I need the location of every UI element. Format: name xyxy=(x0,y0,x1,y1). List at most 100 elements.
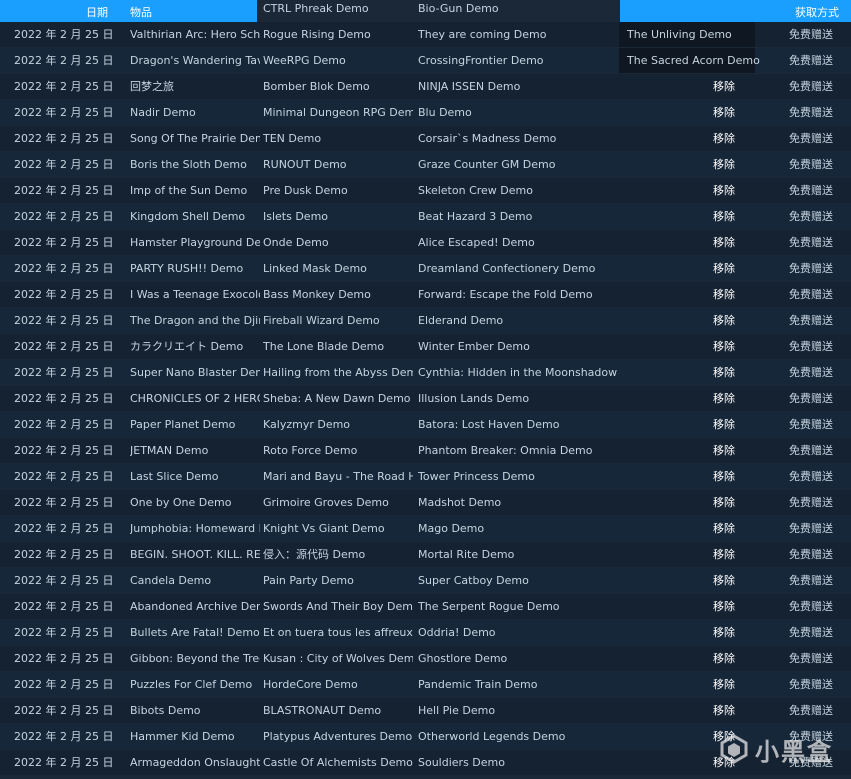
row-item-name-3[interactable]: Illusion Lands Demo xyxy=(418,386,620,411)
row-item-name-3[interactable]: Cynthia: Hidden in the Moonshadow Demo xyxy=(418,360,620,385)
remove-link[interactable]: 移除 xyxy=(700,230,748,255)
row-item-name[interactable]: I Was a Teenage Exocolonist xyxy=(130,282,260,307)
remove-link[interactable]: 移除 xyxy=(700,646,748,671)
row-item-name[interactable]: Super Nano Blaster Demo xyxy=(130,360,260,385)
row-item-name-2[interactable]: Pre Dusk Demo xyxy=(263,178,413,203)
row-item-name-3[interactable]: The Serpent Rogue Demo xyxy=(418,594,620,619)
row-item-name-3[interactable]: Blu Demo xyxy=(418,100,620,125)
row-item-name[interactable]: Kingdom Shell Demo xyxy=(130,204,260,229)
row-item-name-3[interactable]: Mortal Rite Demo xyxy=(418,542,620,567)
row-item-name[interactable]: One by One Demo xyxy=(130,490,260,515)
remove-link[interactable]: 移除 xyxy=(700,152,748,177)
row-item-name[interactable]: Hammer Kid Demo xyxy=(130,724,260,749)
remove-link[interactable]: 移除 xyxy=(700,464,748,489)
row-item-name-3[interactable]: They are coming Demo xyxy=(418,22,620,47)
row-item-name-2[interactable]: HordeCore Demo xyxy=(263,672,413,697)
row-item-name-3[interactable]: Phantom Breaker: Omnia Demo xyxy=(418,438,620,463)
row-item-name-3[interactable]: Mago Demo xyxy=(418,516,620,541)
remove-link[interactable]: 移除 xyxy=(700,698,748,723)
row-item-name[interactable]: Boris the Sloth Demo xyxy=(130,152,260,177)
top-right-item[interactable]: Bio-Gun Demo xyxy=(418,2,499,15)
row-item-name-3[interactable]: Alice Escaped! Demo xyxy=(418,230,620,255)
row-item-name-3[interactable]: Madshot Demo xyxy=(418,490,620,515)
remove-link[interactable]: 移除 xyxy=(700,490,748,515)
row-item-name-2[interactable]: RUNOUT Demo xyxy=(263,152,413,177)
row-item-name-2[interactable]: Islets Demo xyxy=(263,204,413,229)
dropdown-item[interactable]: The Sacred Acorn Demo xyxy=(619,48,760,73)
remove-link[interactable]: 移除 xyxy=(700,74,748,99)
row-item-name-2[interactable]: Pain Party Demo xyxy=(263,568,413,593)
row-item-name[interactable]: Jumphobia: Homeward Bound xyxy=(130,516,260,541)
row-item-name-3[interactable]: Forward: Escape the Fold Demo xyxy=(418,282,620,307)
row-item-name[interactable]: Puzzles For Clef Demo xyxy=(130,672,260,697)
row-item-name-3[interactable]: Graze Counter GM Demo xyxy=(418,152,620,177)
row-item-name-3[interactable]: Elderand Demo xyxy=(418,308,620,333)
row-item-name-3[interactable]: Ghostlore Demo xyxy=(418,646,620,671)
remove-link[interactable]: 移除 xyxy=(700,126,748,151)
row-item-name-3[interactable]: Skeleton Crew Demo xyxy=(418,178,620,203)
remove-link[interactable]: 移除 xyxy=(700,178,748,203)
remove-link[interactable]: 移除 xyxy=(700,672,748,697)
row-item-name-2[interactable]: Mari and Bayu - The Road Home xyxy=(263,464,413,489)
row-item-name[interactable]: Song Of The Prairie Demo xyxy=(130,126,260,151)
row-item-name-3[interactable]: Beat Hazard 3 Demo xyxy=(418,204,620,229)
row-item-name-2[interactable]: Fireball Wizard Demo xyxy=(263,308,413,333)
row-item-name[interactable]: JETMAN Demo xyxy=(130,438,260,463)
row-item-name-3[interactable]: CrossingFrontier Demo xyxy=(418,48,620,73)
row-item-name[interactable]: 回梦之旅 xyxy=(130,74,260,99)
remove-link[interactable]: 移除 xyxy=(700,308,748,333)
row-item-name-2[interactable]: Grimoire Groves Demo xyxy=(263,490,413,515)
remove-link[interactable]: 移除 xyxy=(700,438,748,463)
remove-link[interactable]: 移除 xyxy=(700,542,748,567)
row-item-name[interactable]: Candela Demo xyxy=(130,568,260,593)
row-item-name-2[interactable]: TEN Demo xyxy=(263,126,413,151)
row-item-name[interactable]: Abandoned Archive Demo xyxy=(130,594,260,619)
row-item-name-2[interactable]: BLASTRONAUT Demo xyxy=(263,698,413,723)
row-item-name[interactable]: The Dragon and the Djinn xyxy=(130,308,260,333)
row-item-name[interactable]: Imp of the Sun Demo xyxy=(130,178,260,203)
row-item-name-2[interactable]: Linked Mask Demo xyxy=(263,256,413,281)
row-item-name-3[interactable]: Dreamland Confectionery Demo xyxy=(418,256,620,281)
row-item-name-2[interactable]: Onde Demo xyxy=(263,230,413,255)
row-item-name-2[interactable]: 侵入：源代码 Demo xyxy=(263,542,413,567)
row-item-name-2[interactable]: Rogue Rising Demo xyxy=(263,22,413,47)
row-item-name-3[interactable]: Souldiers Demo xyxy=(418,750,620,775)
row-item-name-2[interactable]: Swords And Their Boy Demo xyxy=(263,594,413,619)
row-item-name[interactable]: Valthirian Arc: Hero School xyxy=(130,22,260,47)
row-item-name-2[interactable]: Hailing from the Abyss Demo xyxy=(263,360,413,385)
top-mid-item[interactable]: CTRL Phreak Demo xyxy=(263,2,369,15)
row-item-name-2[interactable]: Sheba: A New Dawn Demo xyxy=(263,386,413,411)
row-item-name-2[interactable]: The Lone Blade Demo xyxy=(263,334,413,359)
row-item-name-2[interactable]: Kalyzmyr Demo xyxy=(263,412,413,437)
remove-link[interactable]: 移除 xyxy=(700,100,748,125)
row-item-name-3[interactable]: Winter Ember Demo xyxy=(418,334,620,359)
row-item-name[interactable]: Nadir Demo xyxy=(130,100,260,125)
row-item-name-3[interactable]: Super Catboy Demo xyxy=(418,568,620,593)
row-item-name[interactable]: PARTY RUSH!! Demo xyxy=(130,256,260,281)
remove-link[interactable]: 移除 xyxy=(700,282,748,307)
row-item-name-3[interactable]: Otherworld Legends Demo xyxy=(418,724,620,749)
row-item-name-2[interactable]: Castle Of Alchemists Demo xyxy=(263,750,413,775)
row-item-name-3[interactable]: Hell Pie Demo xyxy=(418,698,620,723)
row-item-name-2[interactable]: Knight Vs Giant Demo xyxy=(263,516,413,541)
remove-link[interactable]: 移除 xyxy=(700,334,748,359)
row-item-name[interactable]: Armageddon Onslaught Demo xyxy=(130,750,260,775)
row-item-name-3[interactable]: Corsair`s Madness Demo xyxy=(418,126,620,151)
row-item-name-2[interactable]: Minimal Dungeon RPG Demo xyxy=(263,100,413,125)
row-item-name[interactable]: Bibots Demo xyxy=(130,698,260,723)
row-item-name-3[interactable]: NINJA ISSEN Demo xyxy=(418,74,620,99)
row-item-name-2[interactable]: Roto Force Demo xyxy=(263,438,413,463)
row-item-name-2[interactable]: Bass Monkey Demo xyxy=(263,282,413,307)
row-item-name-2[interactable]: Kusan : City of Wolves Demo xyxy=(263,646,413,671)
row-item-name-2[interactable]: Platypus Adventures Demo xyxy=(263,724,413,749)
remove-link[interactable]: 移除 xyxy=(700,412,748,437)
row-item-name-3[interactable]: Oddria! Demo xyxy=(418,620,620,645)
row-item-name-3[interactable]: Batora: Lost Haven Demo xyxy=(418,412,620,437)
row-item-name[interactable]: Bullets Are Fatal! Demo xyxy=(130,620,260,645)
row-item-name-2[interactable]: WeeRPG Demo xyxy=(263,48,413,73)
row-item-name[interactable]: カラクリエイト Demo xyxy=(130,334,260,359)
remove-link[interactable]: 移除 xyxy=(700,204,748,229)
remove-link[interactable]: 移除 xyxy=(700,568,748,593)
remove-link[interactable]: 移除 xyxy=(700,256,748,281)
remove-link[interactable]: 移除 xyxy=(700,360,748,385)
